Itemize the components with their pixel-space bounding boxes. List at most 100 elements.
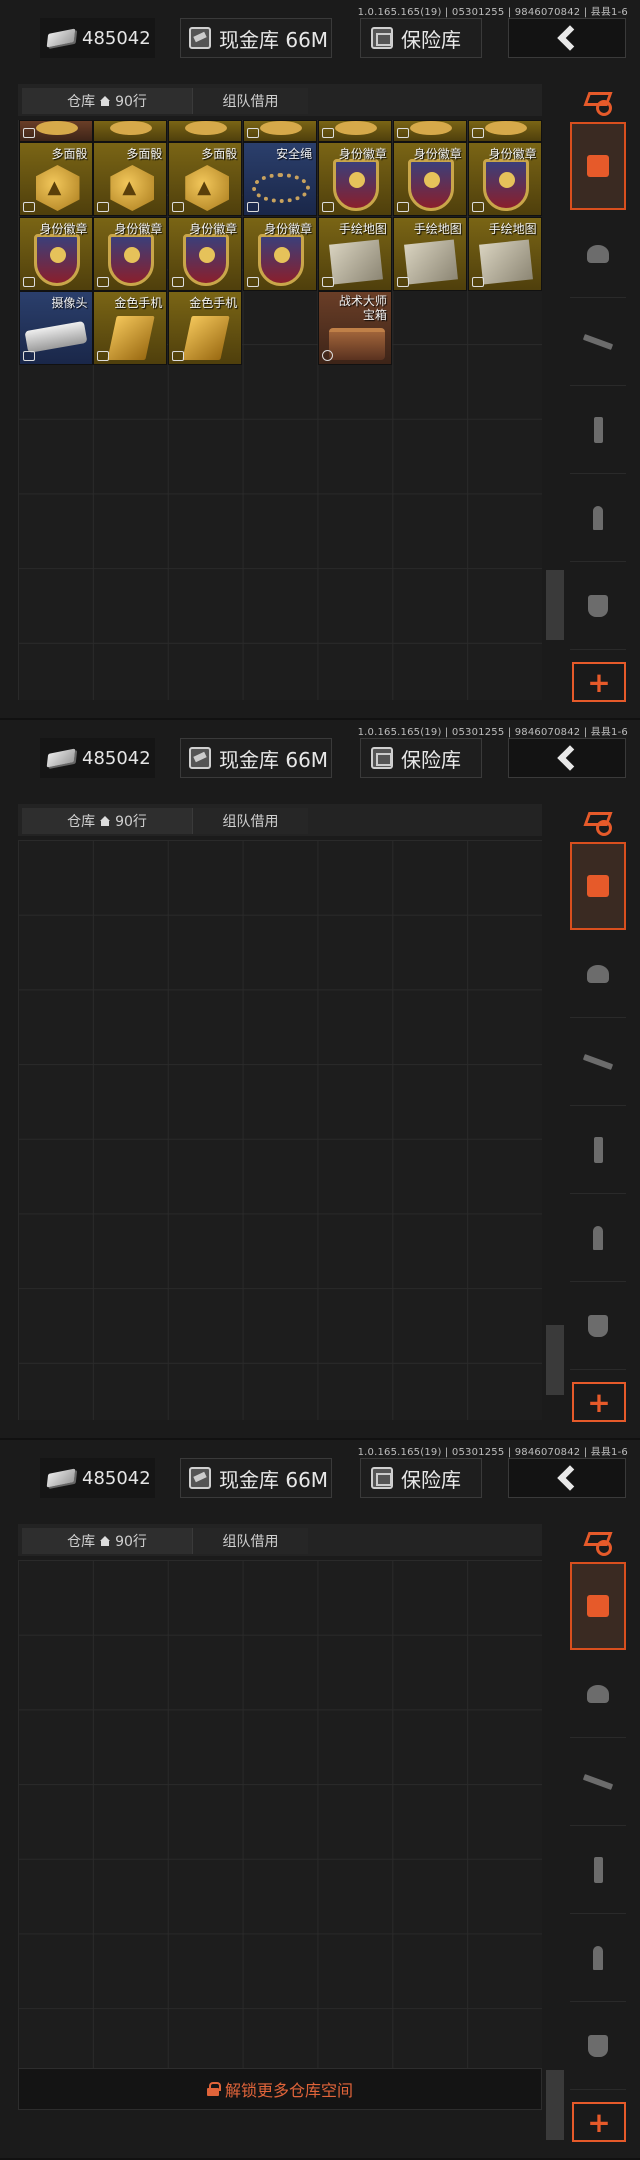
inventory-item[interactable]: 身份徽章 [243,216,318,291]
inventory-item[interactable]: 手绘地图 [392,216,467,291]
inventory-item[interactable]: 身份徽章 [18,216,93,291]
inventory-item[interactable]: 战术大师宝箱 [317,291,392,366]
category-helmet[interactable] [570,210,626,298]
inventory-item[interactable] [243,120,318,142]
tab-warehouse[interactable]: 仓库 90行 [22,808,192,834]
stack-sort-icon[interactable] [568,1520,628,1560]
tab-warehouse[interactable]: 仓库 90行 [22,1528,192,1554]
category-all[interactable] [570,842,626,930]
inventory-item[interactable]: 多面骰 [18,142,93,216]
box-icon [321,276,334,287]
category-magazine[interactable] [570,1826,626,1914]
item-name: 多面骰 [126,147,163,161]
exit-icon [396,202,409,212]
add-button[interactable]: + [572,1382,626,1422]
rifle-icon [582,1053,614,1070]
unlock-more-space-button[interactable]: 解锁更多仓库空间 [18,2068,542,2110]
item-name: 安全绳 [276,147,313,161]
tab-team-borrow[interactable]: 组队借用 [192,1528,308,1554]
inventory-item[interactable]: 手绘地图 [317,216,392,291]
inventory-item[interactable] [168,120,243,142]
tab-warehouse-label: 仓库 [67,814,96,830]
category-armor[interactable] [570,2002,626,2090]
inventory-item[interactable]: 身份徽章 [168,216,243,291]
inventory-item[interactable] [317,120,392,142]
scrollbar-thumb[interactable] [546,1325,564,1395]
category-rifle[interactable] [570,298,626,386]
item-name: 手绘地图 [488,221,537,236]
cash-icon [46,748,76,768]
category-rifle[interactable] [570,1018,626,1106]
exit-icon [172,276,185,287]
item-art-icon [33,233,80,286]
cash-vault-button[interactable]: 现金库 66M [180,738,332,778]
item-art-icon [258,233,305,286]
bullet-icon [593,1225,603,1250]
category-all[interactable] [570,122,626,210]
back-button[interactable] [508,738,626,778]
safe-button[interactable]: 保险库 [360,738,482,778]
warehouse-panel-1: 1.0.165.165(19) | 05301255 | 9846070842 … [0,0,640,720]
inventory-grid[interactable] [18,1560,542,2095]
tab-warehouse[interactable]: 仓库 90行 [22,88,192,114]
inventory-item[interactable]: 多面骰 [168,142,243,216]
inventory-item[interactable]: 手绘地图 [467,216,542,291]
item-art-icon [328,239,383,285]
exit-icon [471,202,484,212]
cash-vault-button[interactable]: 现金库 66M [180,18,332,58]
item-art-icon [110,121,153,135]
add-button[interactable]: + [572,662,626,702]
inventory-item[interactable] [93,120,168,142]
safe-button[interactable]: 保险库 [360,1458,482,1498]
inventory-grid[interactable] [18,840,542,1420]
item-art-icon [24,321,87,354]
cash-amount: 485042 [82,747,151,769]
category-ammo[interactable] [570,474,626,562]
category-armor[interactable] [570,562,626,650]
inventory-item[interactable] [392,120,467,142]
inventory-item[interactable]: 摄像头 [18,291,93,366]
stack-sort-icon[interactable] [568,80,628,120]
armor-icon [588,594,608,617]
exit-icon [247,202,260,212]
item-name: 身份徽章 [264,221,313,236]
stack-sort-icon[interactable] [568,800,628,840]
inventory-grid[interactable]: 多面骰多面骰多面骰安全绳身份徽章身份徽章身份徽章身份徽章身份徽章身份徽章身份徽章… [18,120,542,700]
inventory-item[interactable]: 安全绳 [243,142,318,216]
tab-team-borrow[interactable]: 组队借用 [192,88,308,114]
tab-warehouse-rows: 90行 [115,94,147,110]
category-all[interactable] [570,1562,626,1650]
box-icon [22,202,35,212]
safe-button[interactable]: 保险库 [360,18,482,58]
category-ammo[interactable] [570,1194,626,1282]
category-armor[interactable] [570,1282,626,1370]
category-helmet[interactable] [570,930,626,1018]
box-icon [22,351,35,362]
category-ammo[interactable] [570,1914,626,2002]
category-helmet[interactable] [570,1650,626,1738]
back-button[interactable] [508,18,626,58]
cash-vault-button[interactable]: 现金库 66M [180,1458,332,1498]
inventory-item[interactable]: 身份徽章 [93,216,168,291]
category-magazine[interactable] [570,386,626,474]
scrollbar-thumb[interactable] [546,2070,564,2140]
tab-warehouse-label: 仓库 [67,94,96,110]
tab-team-borrow[interactable]: 组队借用 [192,808,308,834]
scrollbar-thumb[interactable] [546,570,564,640]
helmet-icon [587,1684,609,1703]
inventory-item[interactable]: 多面骰 [93,142,168,216]
inventory-item[interactable]: 金色手机 [168,291,243,366]
category-magazine[interactable] [570,1106,626,1194]
inventory-item[interactable]: 身份徽章 [392,142,467,216]
inventory-item[interactable]: 金色手机 [93,291,168,366]
item-art-icon [409,121,452,135]
inventory-item[interactable]: 身份徽章 [317,142,392,216]
category-rifle[interactable] [570,1738,626,1826]
item-art-icon [484,121,527,135]
add-button[interactable]: + [572,2102,626,2142]
inventory-item[interactable] [467,120,542,142]
inventory-item[interactable]: 身份徽章 [467,142,542,216]
back-button[interactable] [508,1458,626,1498]
inventory-item[interactable] [18,120,93,142]
version-text: 1.0.165.165(19) | 05301255 | 9846070842 … [357,7,628,18]
